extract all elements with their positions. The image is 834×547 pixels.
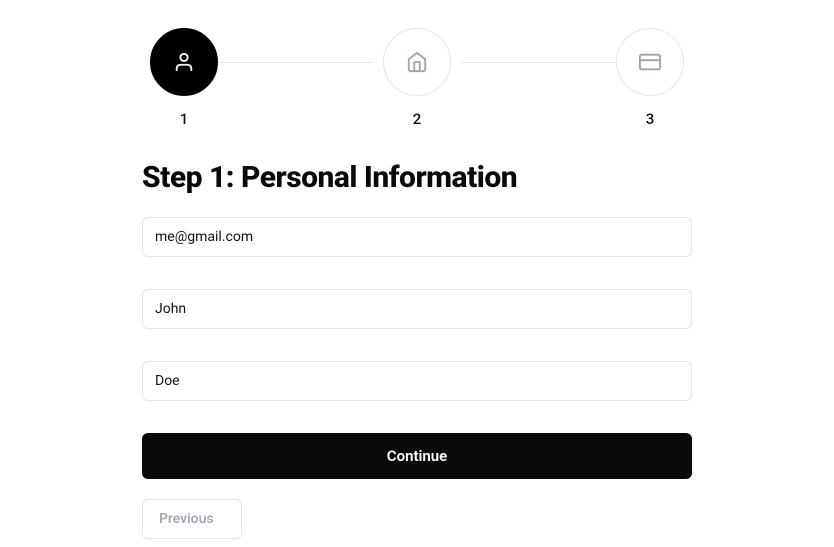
firstname-input[interactable] bbox=[142, 289, 692, 329]
home-icon bbox=[406, 51, 428, 73]
lastname-field-wrap bbox=[142, 361, 692, 401]
form-container: 1 2 3 bbox=[142, 0, 692, 539]
previous-button-wrap: Previous bbox=[142, 499, 692, 539]
step-2[interactable]: 2 bbox=[383, 28, 451, 128]
step-2-circle bbox=[383, 28, 451, 96]
firstname-field-wrap bbox=[142, 289, 692, 329]
step-3[interactable]: 3 bbox=[616, 28, 684, 128]
step-1[interactable]: 1 bbox=[150, 28, 218, 128]
step-3-label: 3 bbox=[646, 110, 655, 128]
continue-button[interactable]: Continue bbox=[142, 433, 692, 479]
previous-button[interactable]: Previous bbox=[142, 499, 242, 539]
page-title: Step 1: Personal Information bbox=[142, 160, 692, 195]
lastname-input[interactable] bbox=[142, 361, 692, 401]
user-icon bbox=[173, 51, 195, 73]
step-3-circle bbox=[616, 28, 684, 96]
stepper-connector bbox=[462, 62, 616, 63]
email-field-wrap bbox=[142, 217, 692, 257]
stepper-connector bbox=[218, 62, 372, 63]
credit-card-icon bbox=[639, 51, 661, 73]
step-1-circle bbox=[150, 28, 218, 96]
stepper: 1 2 3 bbox=[142, 28, 692, 128]
email-input[interactable] bbox=[142, 217, 692, 257]
step-1-label: 1 bbox=[180, 110, 189, 128]
step-2-label: 2 bbox=[413, 110, 422, 128]
